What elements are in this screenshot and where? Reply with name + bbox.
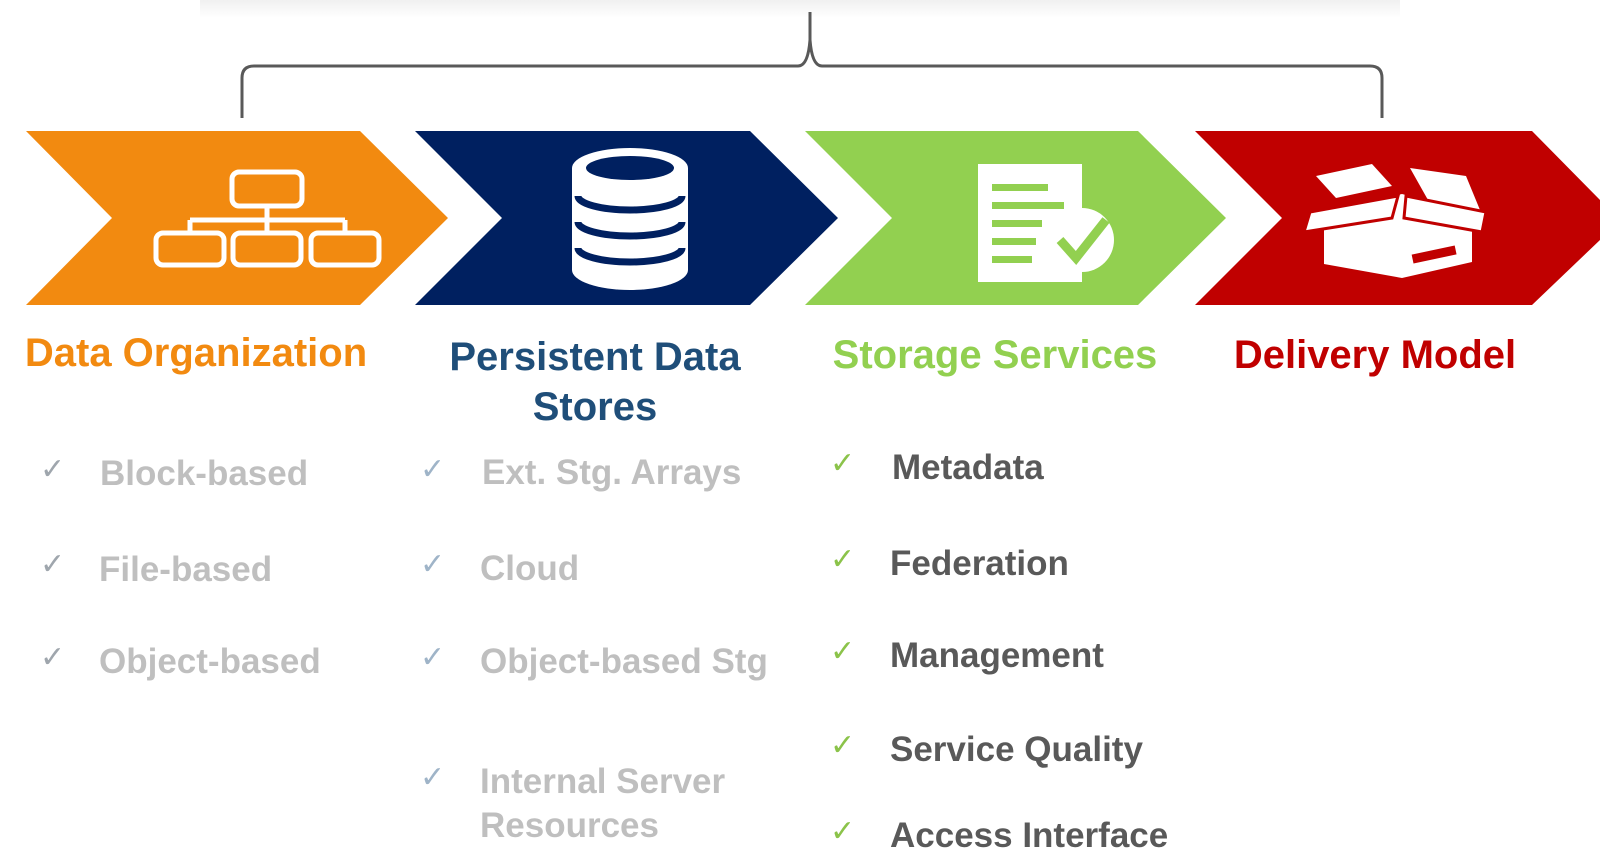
check-icon: ✓ — [830, 446, 856, 481]
list-item: Federation — [890, 544, 1069, 583]
list-item: Ext. Stg. Arrays — [482, 453, 742, 492]
stage-title-data-organization: Data Organization — [24, 331, 368, 375]
check-icon: ✓ — [830, 634, 856, 669]
check-icon: ✓ — [420, 547, 446, 582]
list-item: Management — [890, 636, 1104, 675]
check-icon: ✓ — [40, 640, 66, 675]
list-item: File-based — [99, 550, 273, 589]
stage-title-delivery-model: Delivery Model — [1233, 333, 1517, 377]
check-icon: ✓ — [40, 547, 66, 582]
stage-title-persistent-data-stores: Persistent Data Stores — [449, 335, 741, 429]
list-item: Block-based — [100, 454, 309, 493]
check-icon: ✓ — [830, 814, 856, 849]
list-item: Internal Server Resources — [480, 762, 726, 845]
check-icon: ✓ — [40, 452, 66, 487]
list-item: Access Interface — [890, 816, 1169, 855]
list-item: Metadata — [892, 448, 1044, 487]
check-icon: ✓ — [830, 542, 856, 577]
stage-labels: Data Organization Persistent Data Stores… — [0, 0, 1600, 866]
clip-object-based-stg: Object-based Stg — [480, 638, 790, 688]
check-icon: ✓ — [420, 640, 446, 675]
list-item: Object-based — [99, 642, 321, 681]
list-item: Service Quality — [890, 730, 1143, 769]
check-icon: ✓ — [420, 760, 446, 795]
check-icon: ✓ — [830, 728, 856, 763]
check-icon: ✓ — [420, 452, 446, 487]
list-item: Object-based Stg — [480, 642, 768, 681]
list-item: Cloud — [480, 549, 580, 588]
stage-title-storage-services: Storage Services — [832, 333, 1158, 377]
